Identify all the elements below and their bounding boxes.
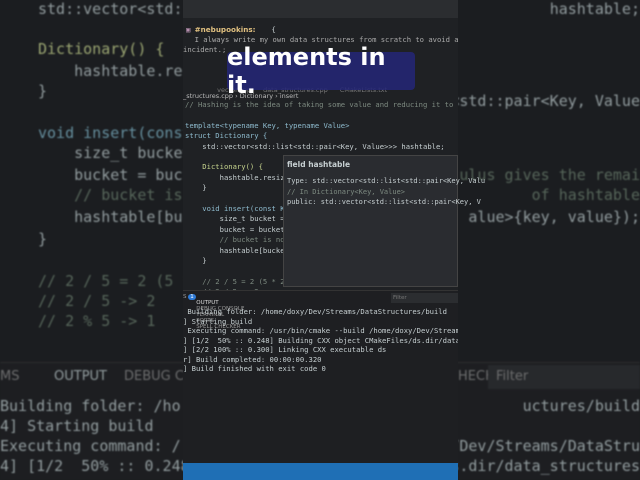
- bg-line: size_t bucket: [38, 144, 192, 162]
- bg-line: alue>{key, value});: [468, 208, 640, 226]
- output-line: ] [2/2 100% :: 0.300] Linking CXX execut…: [183, 345, 387, 354]
- bg-line: 4] Starting build: [0, 417, 154, 435]
- code-line: Dictionary() {: [185, 162, 263, 172]
- filter-input[interactable]: Filter: [391, 293, 458, 303]
- output-line: Executing command: /usr/bin/cmake --buil…: [187, 326, 458, 335]
- hover-type: Type: std::vector<std::list<std::pair<Ke…: [287, 177, 486, 185]
- crumb-file[interactable]: _structures.cpp: [183, 92, 233, 100]
- brace: {: [271, 25, 276, 34]
- bg-line: 4] [1/2 50% :: 0.248]: [0, 457, 199, 475]
- bg-line: // 2 / 5 = 2 (5 *: [38, 272, 192, 290]
- code-line: }: [185, 183, 207, 193]
- bg-line: void insert(const: [38, 124, 192, 142]
- output-line: ] Starting build: [183, 316, 253, 326]
- hover-title: field hashtable: [287, 160, 351, 169]
- bg-line: hashtable;: [549, 0, 640, 18]
- bg-filter: Filter: [488, 365, 640, 389]
- bg-line: xy/Dev/Streams/DataStru: [432, 437, 640, 455]
- top-bar: [183, 0, 458, 18]
- hover-context: // In Dictionary<Key, Value>: [287, 188, 406, 196]
- hover-tooltip: field hashtable Type: std::vector<std::l…: [283, 155, 485, 287]
- code-line: struct Dictionary {: [185, 131, 268, 141]
- video-caption: elements in it.: [227, 43, 415, 99]
- problems-badge: 1: [188, 294, 196, 300]
- code-line: // Hashing is the idea of taking some va…: [185, 100, 458, 109]
- status-bar: [183, 463, 458, 480]
- output-line: ] Build finished with exit code 0: [183, 364, 326, 373]
- output-line: ] [1/2 50% :: 0.248] Building CXX object…: [183, 335, 458, 345]
- code-line: void insert(const Key&: [185, 204, 298, 213]
- hover-declaration: public: std::vector<std::list<std::pair<…: [287, 198, 481, 206]
- output-line: r] Build completed: 00:00:00.320: [183, 354, 322, 364]
- bg-tab: MS: [0, 369, 20, 384]
- output-line: Building folder: /home/doxy/Dev/Streams/…: [183, 307, 447, 316]
- bg-line: hashtable.resi: [38, 62, 201, 80]
- bg-line: // 2 / 5 -> 2: [38, 292, 156, 310]
- comment-text2: incident.;: [183, 45, 227, 54]
- bg-line: std::vector<std::: [38, 0, 192, 18]
- bg-line: ulus gives the remai: [459, 166, 640, 184]
- bg-line: }: [38, 230, 48, 248]
- bg-line: Building folder: /ho: [0, 397, 181, 415]
- code-line: std::vector<std::list<std::pair<Key, Val…: [185, 141, 445, 151]
- code-line: hashtable.resize(1: [185, 172, 298, 182]
- bg-line: st<std::pair<Key, Value: [432, 92, 640, 110]
- bg-tab: OUTPUT: [54, 369, 107, 384]
- code-line: template<typename Key, typename Value>: [185, 120, 350, 130]
- comment-author: #nebupookins:: [194, 25, 256, 34]
- comment-icon: ▣: [186, 25, 195, 34]
- bg-line: }: [38, 82, 48, 100]
- bg-line: Dictionary() {: [38, 40, 165, 58]
- bg-line: bucket = bucke: [38, 166, 201, 184]
- bg-line: Executing command: /: [0, 437, 181, 455]
- bg-line: of hashtable: [531, 186, 640, 204]
- bg-line: // bucket is: [38, 186, 183, 204]
- code-line: size_t bucket = st: [185, 214, 298, 224]
- output-panel: S 1 OUTPUT DEBUG CONSOLE TERMINAL PORTS …: [183, 290, 458, 465]
- bg-line: hashtable[buc: [38, 208, 192, 226]
- bg-line: // 2 % 5 -> 1: [38, 312, 156, 330]
- bg-line: uctures/build: [522, 397, 640, 415]
- code-line: }: [185, 256, 207, 265]
